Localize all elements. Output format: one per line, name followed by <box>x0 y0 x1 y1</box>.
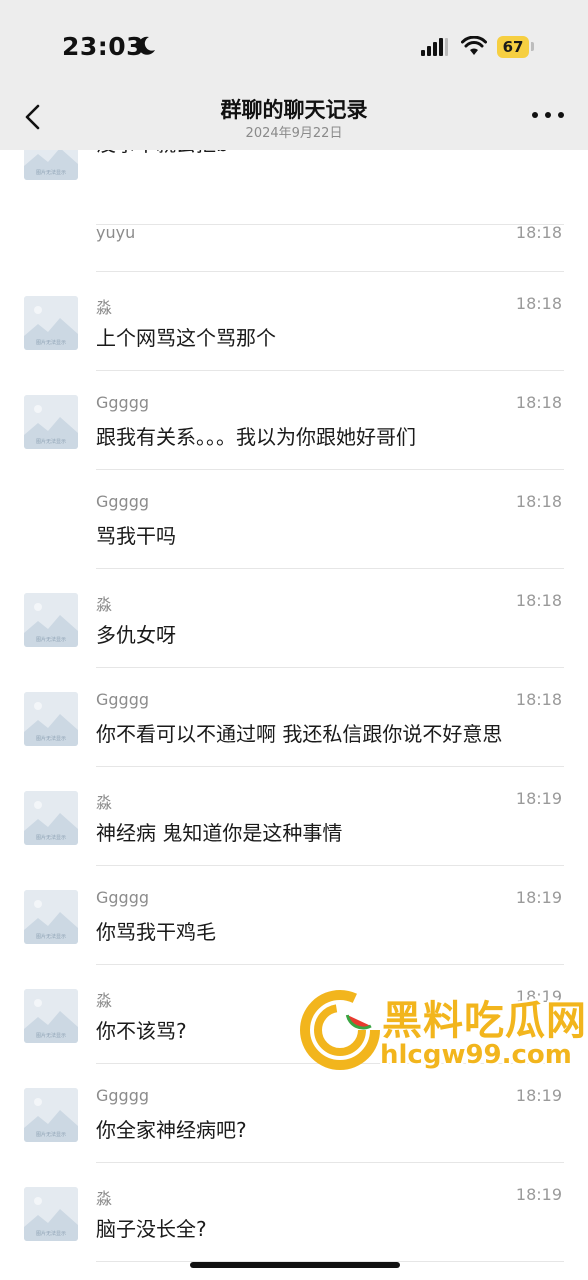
svg-text:图片无法显示: 图片无法显示 <box>36 1032 66 1039</box>
avatar[interactable]: 图片无法显示 <box>24 395 78 449</box>
message-text: 你不该骂? <box>96 1019 187 1043</box>
avatar[interactable]: 图片无法显示 <box>24 989 78 1043</box>
status-time: 23:03 <box>62 32 145 61</box>
svg-text:图片无法显示: 图片无法显示 <box>36 169 66 176</box>
sender-name: 淼 <box>96 793 113 812</box>
svg-text:图片无法显示: 图片无法显示 <box>36 735 66 742</box>
message-time: 18:18 <box>515 591 562 610</box>
chat-message-row[interactable]: 图片无法显示 淼 18:19 脑子没长全? <box>0 1163 588 1262</box>
chat-message-row[interactable]: 图片无法显示 淼 18:18 上个网骂这个骂那个 <box>0 272 588 371</box>
message-text: 跟我有关系。。。我以为你跟她好哥们 <box>96 425 416 449</box>
chat-message-row[interactable]: yuyu 18:18 <box>0 201 588 272</box>
message-text: 你骂我干鸡毛 <box>96 920 216 944</box>
message-time: 18:18 <box>515 223 562 242</box>
message-time: 18:18 <box>515 294 562 313</box>
message-text: 脑子没长全? <box>96 1217 207 1241</box>
watermark-title: 黑料吃瓜网 <box>382 998 587 1044</box>
avatar[interactable]: 图片无法显示 <box>24 150 78 180</box>
avatar[interactable]: 图片无法显示 <box>24 890 78 944</box>
svg-text:图片无法显示: 图片无法显示 <box>36 834 66 841</box>
chat-message-row[interactable]: 图片无法显示 淼 18:19 神经病 鬼知道你是这种事情 <box>0 767 588 866</box>
message-time: 18:19 <box>515 1086 562 1105</box>
sender-name: Ggggg <box>96 690 150 709</box>
message-time: 18:19 <box>515 888 562 907</box>
svg-text:图片无法显示: 图片无法显示 <box>36 339 66 346</box>
message-text: 你不看可以不通过啊 我还私信跟你说不好意思 <box>96 722 503 746</box>
sender-name: Ggggg <box>96 1086 150 1105</box>
svg-text:图片无法显示: 图片无法显示 <box>36 438 66 445</box>
chat-message-row[interactable]: 图片无法显示 淼 18:18 多仇女呀 <box>0 569 588 668</box>
page-subtitle-date: 2024年9月22日 <box>245 126 343 141</box>
watermark-url: hlcgw99.com <box>380 1040 572 1070</box>
message-time: 18:19 <box>515 789 562 808</box>
wifi-icon <box>461 36 487 55</box>
chat-message-row[interactable]: 图片无法显示 Ggggg 18:18 跟我有关系。。。我以为你跟她好哥们 <box>0 371 588 470</box>
page-title: 群聊的聊天记录 <box>220 98 368 122</box>
message-text: 上个网骂这个骂那个 <box>96 326 276 350</box>
sender-name: 淼 <box>96 595 113 614</box>
message-text: 没事干就去抠b <box>96 150 229 157</box>
message-time: 18:18 <box>515 690 562 709</box>
chat-message-row[interactable]: 图片无法显示 Ggggg 18:19 你骂我干鸡毛 <box>0 866 588 965</box>
avatar[interactable]: 图片无法显示 <box>24 791 78 845</box>
sender-name: Ggggg <box>96 393 150 412</box>
sender-name: yuyu <box>96 223 136 242</box>
nav-bar: 群聊的聊天记录 2024年9月22日 <box>0 92 588 150</box>
message-text: 骂我干吗 <box>96 524 176 548</box>
moon-icon <box>138 36 155 55</box>
watermark: 黑料吃瓜网 hlcgw99.com <box>300 988 588 1088</box>
chat-record-list[interactable]: 图片无法显示没事干就去抠byuyu18:18图片无法显示淼18:18上个网骂这个… <box>0 150 588 1280</box>
avatar[interactable]: 图片无法显示 <box>24 593 78 647</box>
avatar[interactable]: 图片无法显示 <box>24 296 78 350</box>
svg-text:图片无法显示: 图片无法显示 <box>36 636 66 643</box>
sender-name: Ggggg <box>96 888 150 907</box>
message-time: 18:18 <box>515 492 562 511</box>
message-time: 18:19 <box>515 1185 562 1204</box>
sender-name: 淼 <box>96 991 113 1010</box>
chat-message-row[interactable]: 图片无法显示 Ggggg 18:18 你不看可以不通过啊 我还私信跟你说不好意思 <box>0 668 588 767</box>
svg-text:图片无法显示: 图片无法显示 <box>36 933 66 940</box>
battery-tip <box>531 42 534 51</box>
message-text: 你全家神经病吧? <box>96 1118 247 1142</box>
status-bar: 23:03 67 <box>0 0 588 92</box>
svg-text:图片无法显示: 图片无法显示 <box>36 1131 66 1138</box>
message-text: 神经病 鬼知道你是这种事情 <box>96 821 343 845</box>
home-indicator[interactable] <box>190 1262 400 1268</box>
chat-message-row[interactable]: Ggggg 18:18 骂我干吗 <box>0 470 588 569</box>
sender-name: 淼 <box>96 298 113 317</box>
watermelon-logo-icon <box>300 990 380 1070</box>
avatar[interactable]: 图片无法显示 <box>24 1088 78 1142</box>
cellular-signal-icon <box>421 38 448 56</box>
sender-name: Ggggg <box>96 492 150 511</box>
avatar[interactable]: 图片无法显示 <box>24 692 78 746</box>
avatar[interactable]: 图片无法显示 <box>24 1187 78 1241</box>
battery-indicator: 67 <box>497 36 529 58</box>
svg-text:图片无法显示: 图片无法显示 <box>36 1230 66 1237</box>
message-text: 多仇女呀 <box>96 623 176 647</box>
sender-name: 淼 <box>96 1189 113 1208</box>
message-time: 18:18 <box>515 393 562 412</box>
more-options-icon[interactable] <box>530 110 566 120</box>
